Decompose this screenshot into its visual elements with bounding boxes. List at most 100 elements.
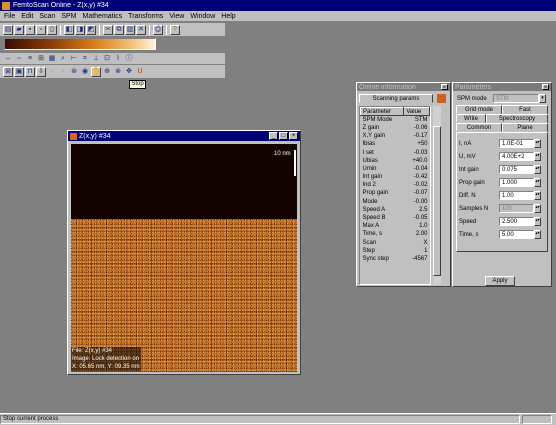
param-input[interactable]: 1.00	[499, 191, 534, 200]
param-input[interactable]: 2.500	[499, 217, 534, 226]
param-input[interactable]: 1.0E-01	[499, 139, 534, 148]
help-icon[interactable]: ?	[170, 24, 180, 35]
tip-icon[interactable]: ⊓	[25, 66, 35, 77]
spinner-icon[interactable]: ▴▾	[534, 139, 541, 148]
magnet-icon[interactable]: Ս	[135, 67, 145, 77]
ruler-icon[interactable]: ⊢	[69, 54, 79, 64]
maximize-icon[interactable]: □	[279, 132, 288, 140]
table-row[interactable]: Int gain -0.42	[361, 173, 430, 181]
menu-file[interactable]: File	[4, 13, 15, 20]
scrollbar-thumb[interactable]	[433, 126, 441, 276]
open-folder-icon[interactable]: ▰	[14, 24, 24, 35]
column-header-value[interactable]: Value	[403, 107, 430, 117]
tab-write[interactable]: Write	[456, 114, 486, 123]
spm-mode-select[interactable]: STM	[493, 94, 539, 103]
scan-image[interactable]: 10 nm File: Z(x,y) #34 Image: Lock detec…	[71, 144, 297, 372]
tab-plane[interactable]: Plane	[502, 123, 548, 132]
table-row[interactable]: Umin -0.04	[361, 165, 430, 173]
column-header-parameter[interactable]: Parameter	[360, 107, 405, 117]
table-row[interactable]: X,Y gain -0.17	[361, 132, 430, 140]
scrollbar-vertical[interactable]	[433, 106, 441, 285]
param-input[interactable]: 0.075	[499, 165, 534, 174]
save-icon[interactable]: ▪	[25, 24, 35, 35]
spinner-icon[interactable]: ▴▾	[534, 165, 541, 174]
menu-view[interactable]: View	[169, 13, 184, 20]
table-row[interactable]: SPM Mode STM	[361, 116, 430, 124]
menu-transforms[interactable]: Transforms	[128, 13, 163, 20]
open-icon[interactable]: ▤	[3, 24, 13, 35]
apply-button[interactable]: Apply	[485, 276, 515, 286]
area-icon[interactable]: ⌗	[80, 54, 90, 64]
table-row[interactable]: Sync step -4567	[361, 255, 430, 263]
table-row[interactable]: Scan X	[361, 239, 430, 247]
scan-mode-icon[interactable]: ⊠	[3, 66, 13, 77]
histogram-icon[interactable]: ≡	[25, 54, 35, 64]
spinner-icon[interactable]: ▴▾	[534, 230, 541, 239]
param-input[interactable]: 5.00	[499, 230, 534, 239]
spinner-icon[interactable]: ▴▾	[534, 191, 541, 200]
globe-icon[interactable]: ◉	[80, 67, 90, 77]
lithography-icon[interactable]: ⊛	[69, 67, 79, 77]
measure-icon[interactable]: ⊥	[91, 54, 101, 64]
paste-icon[interactable]: ▥	[125, 24, 135, 35]
scanning-params-tab[interactable]: Scanning params	[359, 94, 433, 103]
online-info-titlebar[interactable]: Online information ×	[357, 83, 450, 91]
table-row[interactable]: Step 1	[361, 247, 430, 255]
info-icon[interactable]: ⓘ	[124, 54, 134, 64]
graph-icon[interactable]: ⌇	[113, 54, 123, 64]
frame-icon[interactable]: ▣	[14, 66, 24, 77]
spinner-icon[interactable]: ▴▾	[534, 178, 541, 187]
table-row[interactable]: Prop gain -0.07	[361, 189, 430, 197]
menu-edit[interactable]: Edit	[21, 13, 33, 20]
close-icon[interactable]: ×	[542, 84, 549, 91]
table-row[interactable]: Time, s 2.00	[361, 230, 430, 238]
table-row[interactable]: Speed B -0.05	[361, 214, 430, 222]
table-row[interactable]: Ibias +50	[361, 140, 430, 148]
menu-mathematics[interactable]: Mathematics	[82, 13, 122, 20]
dot-icon[interactable]: ▫	[58, 67, 68, 77]
chevron-down-icon[interactable]: ▾	[539, 94, 546, 103]
tab-fast[interactable]: Fast	[502, 105, 548, 114]
parameters-panel[interactable]: Parameters × SPM mode STM ▾ Grid mode Fa…	[452, 82, 552, 287]
table-row[interactable]: Z gain -0.06	[361, 124, 430, 132]
image-window-titlebar[interactable]: Z(x,y) #34 _ □ ×	[68, 131, 300, 141]
flip-icon[interactable]: ◧	[64, 24, 74, 35]
filter-icon[interactable]: ▦	[47, 54, 57, 64]
zoom-icon[interactable]: ⌕	[58, 54, 68, 64]
table-row[interactable]: Speed A 2.5	[361, 206, 430, 214]
tab-common[interactable]: Common	[456, 123, 502, 132]
param-input[interactable]: 4.00E+2	[499, 152, 534, 161]
document-icon[interactable]: ▯	[47, 24, 57, 35]
stop-icon[interactable]: ✋	[91, 66, 101, 77]
close-icon[interactable]: ×	[289, 132, 298, 140]
delete-icon[interactable]: ✕	[136, 24, 146, 35]
save-as-icon[interactable]: ▫	[36, 24, 46, 35]
move-icon[interactable]: ✥	[124, 67, 134, 77]
spinner-icon[interactable]: ▴▾	[534, 152, 541, 161]
menu-help[interactable]: Help	[221, 13, 235, 20]
cut-icon[interactable]: ✂	[103, 24, 113, 35]
rotate-icon[interactable]: ◩	[86, 24, 96, 35]
parameters-titlebar[interactable]: Parameters ×	[453, 83, 551, 91]
table-row[interactable]: Mode -0.00	[361, 198, 430, 206]
color-palette-bar[interactable]	[4, 38, 156, 50]
info-icon[interactable]	[437, 94, 446, 103]
close-icon[interactable]: ×	[441, 84, 448, 91]
table-row[interactable]: Ind 2 -0.02	[361, 181, 430, 189]
copy-icon[interactable]: ⧉	[114, 24, 124, 35]
levels-icon[interactable]: ⊞	[36, 54, 46, 64]
line-profile-icon[interactable]: ↔	[3, 54, 13, 64]
section-icon[interactable]: ⇔	[14, 54, 24, 64]
table-row[interactable]: Max A 1.0	[361, 222, 430, 230]
minimize-icon[interactable]: _	[269, 132, 278, 140]
print-icon[interactable]: ⎙	[153, 24, 163, 35]
menu-scan[interactable]: Scan	[39, 13, 55, 20]
table-row[interactable]: Ubias +40.0	[361, 157, 430, 165]
menu-spm[interactable]: SPM	[61, 13, 76, 20]
target-icon[interactable]: ⊗	[113, 67, 123, 77]
image-window[interactable]: Z(x,y) #34 _ □ × 10 nm File: Z(x,y) #34 …	[67, 130, 301, 375]
menu-window[interactable]: Window	[190, 13, 215, 20]
online-info-panel[interactable]: Online information × Scanning params Par…	[356, 82, 451, 287]
dot-icon[interactable]: ▫	[47, 67, 57, 77]
table-row[interactable]: I set -0.03	[361, 148, 430, 156]
